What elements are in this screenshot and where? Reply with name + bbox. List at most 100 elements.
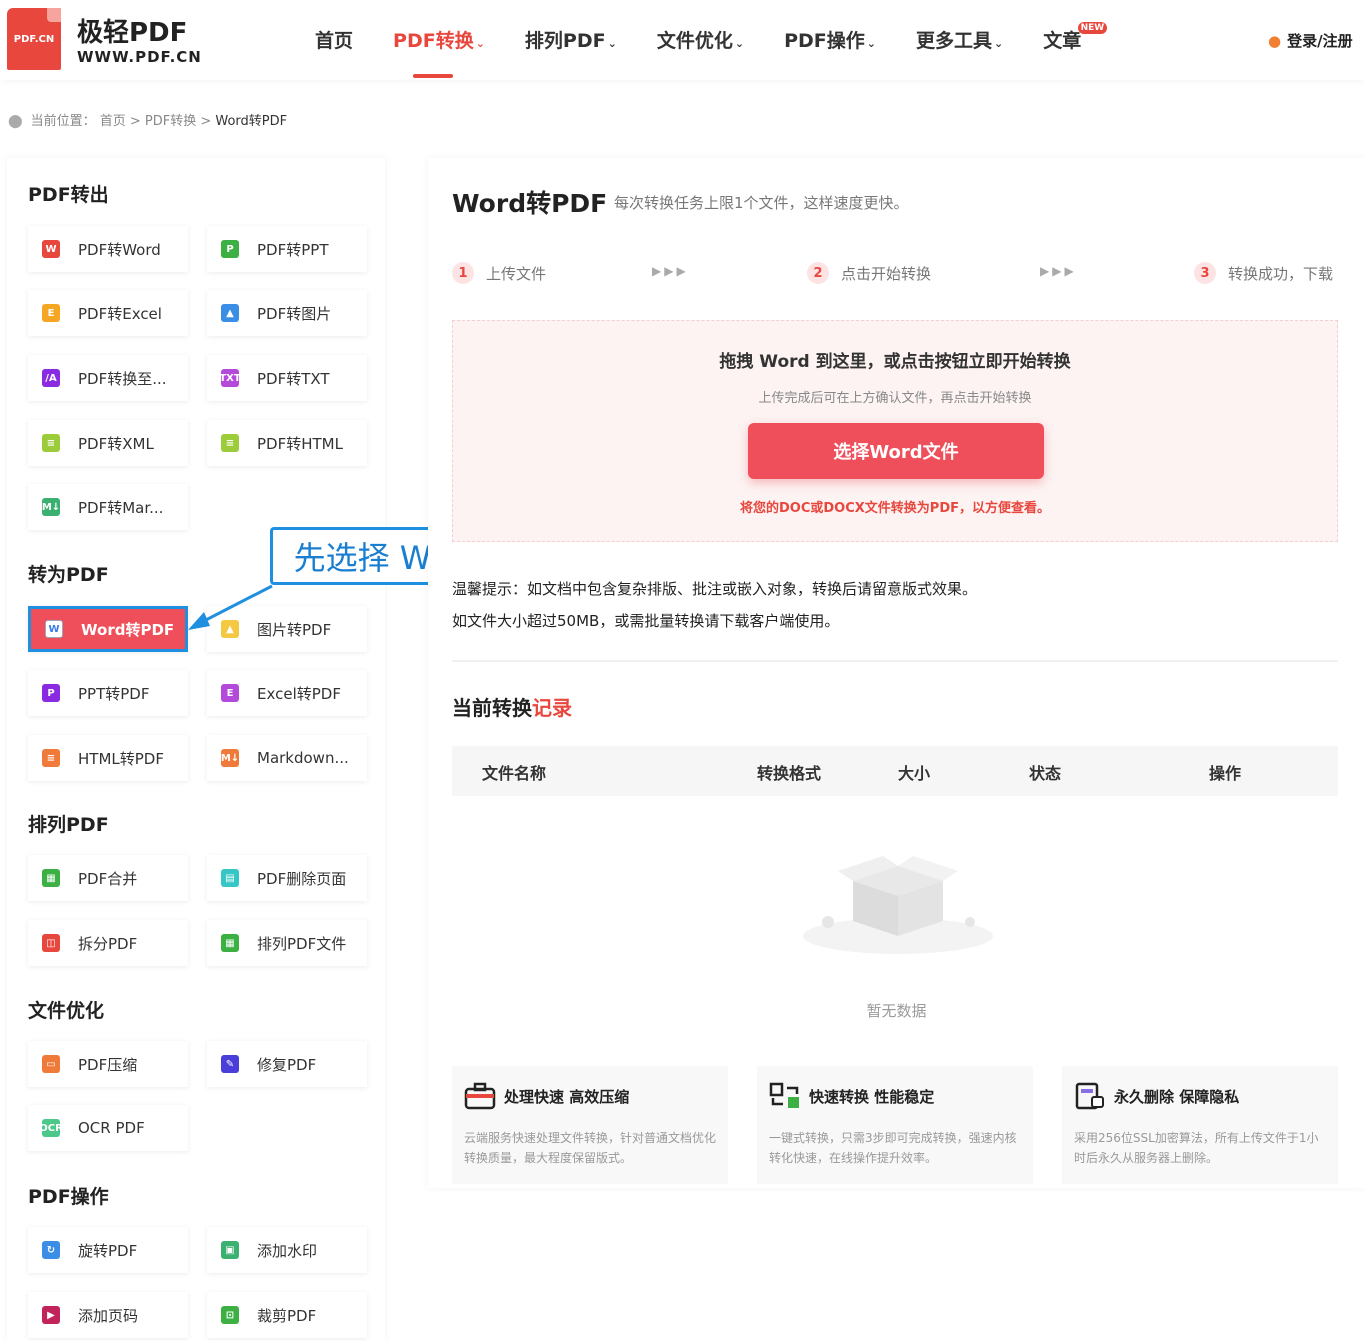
section-title-arrange-pdf: 排列PDF [28, 814, 109, 836]
split-pdf-icon: ◫ [42, 934, 60, 952]
add-page-number-icon: ▶ [42, 1306, 60, 1324]
tip-file-size: 如文件大小超过50MB，或需批量转换请下载客户端使用。 [452, 612, 840, 630]
tool-pdf-to-ppt[interactable]: P PDF转PPT [207, 226, 367, 272]
tool-ocr-pdf[interactable]: OCR OCR PDF [28, 1105, 188, 1151]
column-header-filename: 文件名称 [482, 764, 547, 783]
pdf-to-markdown-icon: M↓ [42, 498, 60, 516]
tool-label: 拆分PDF [78, 934, 138, 953]
tool-label: OCR PDF [78, 1119, 145, 1137]
column-header-size: 大小 [898, 764, 931, 783]
tool-label: PDF转XML [78, 434, 154, 453]
logo-icon[interactable]: PDF.CN [7, 8, 61, 70]
tool-pdf-delete-pages[interactable]: ▤ PDF删除页面 [207, 855, 367, 901]
nav-home[interactable]: 首页 [315, 26, 353, 53]
pdf-to-pdfa-icon: /A [42, 369, 60, 387]
nav-more-tools[interactable]: 更多工具 ⌄ [916, 26, 1003, 53]
empty-box-icon [803, 856, 993, 954]
pdf-to-image-icon: ▲ [221, 304, 239, 322]
tool-excel-to-pdf[interactable]: E Excel转PDF [207, 670, 367, 716]
tool-split-pdf[interactable]: ◫ 拆分PDF [28, 920, 188, 966]
file-drop-zone[interactable]: 拖拽 Word 到这里，或点击按钮立即开始转换 上传完成后可在上方确认文件，再点… [452, 320, 1338, 542]
pdf-delete-pages-icon: ▤ [221, 869, 239, 887]
tool-pdf-compress[interactable]: ▭ PDF压缩 [28, 1041, 188, 1087]
tool-add-page-number[interactable]: ▶ 添加页码 [28, 1292, 188, 1338]
feature-card-stable: 快速转换 性能稳定 一键式转换，只需3步即可完成转换，强速内核转化快速，在线操作… [757, 1066, 1033, 1184]
tool-add-watermark[interactable]: ▣ 添加水印 [207, 1227, 367, 1273]
pdf-to-excel-icon: E [42, 304, 60, 322]
pdf-to-word-icon: W [42, 240, 60, 258]
tool-pdf-to-image[interactable]: ▲ PDF转图片 [207, 290, 367, 336]
logo-title[interactable]: 极轻PDF [77, 12, 187, 49]
tool-pdf-to-markdown[interactable]: M↓ PDF转Mar... [28, 484, 188, 530]
tool-label: PDF转Excel [78, 304, 162, 323]
login-register-link[interactable]: ● 登录/注册 [1268, 30, 1353, 51]
tool-html-to-pdf[interactable]: ≡ HTML转PDF [28, 735, 188, 781]
tool-label: PDF压缩 [78, 1055, 138, 1074]
tool-label: 裁剪PDF [257, 1306, 317, 1325]
tool-repair-pdf[interactable]: ✎ 修复PDF [207, 1041, 367, 1087]
select-word-file-button[interactable]: 选择Word文件 [748, 423, 1044, 479]
section-title-to-pdf: 转为PDF [28, 564, 109, 586]
section-title-pdf-out: PDF转出 [28, 184, 109, 206]
tool-label: PDF转TXT [257, 369, 330, 388]
pdf-to-xml-icon: ≡ [42, 434, 60, 452]
arrange-pdf-files-icon: ▦ [221, 934, 239, 952]
page-hint: 每次转换任务上限1个文件，这样速度更快。 [614, 194, 909, 212]
nav-pdf-convert[interactable]: PDF转换 ⌄ [393, 26, 485, 78]
ppt-to-pdf-icon: P [42, 684, 60, 702]
empty-state-text: 暂无数据 [866, 1002, 927, 1020]
chevron-down-icon: ⌄ [866, 37, 876, 50]
new-badge: NEW [1077, 22, 1108, 34]
tool-label: PDF转HTML [257, 434, 343, 453]
breadcrumb-path[interactable]: 首页 > PDF转换 > [100, 114, 216, 129]
tool-word-to-pdf[interactable]: W Word转PDF [28, 606, 188, 652]
column-header-actions: 操作 [1209, 764, 1242, 783]
tool-label: Markdown... [257, 749, 349, 767]
ocr-pdf-icon: OCR [39, 1119, 63, 1137]
chevron-down-icon: ⌄ [475, 37, 485, 50]
nav-pdf-operations[interactable]: PDF操作 ⌄ [784, 26, 876, 53]
chevron-down-icon: ⌄ [607, 37, 617, 50]
tool-pdf-to-word[interactable]: W PDF转Word [28, 226, 188, 272]
document-lock-icon [1075, 1082, 1104, 1110]
drop-zone-title: 拖拽 Word 到这里，或点击按钮立即开始转换 [719, 352, 1071, 372]
step-arrows-icon: ▶▶▶ [1040, 264, 1077, 278]
briefcase-icon [464, 1082, 496, 1110]
step-download: 3 转换成功，下载 [1194, 262, 1333, 284]
nav-arrange-pdf[interactable]: 排列PDF ⌄ [525, 26, 617, 53]
tool-pdf-to-html[interactable]: ≡ PDF转HTML [207, 420, 367, 466]
column-header-status: 状态 [1029, 764, 1062, 783]
html-to-pdf-icon: ≡ [42, 749, 60, 767]
tool-pdf-to-excel[interactable]: E PDF转Excel [28, 290, 188, 336]
tool-arrange-pdf-files[interactable]: ▦ 排列PDF文件 [207, 920, 367, 966]
rotate-pdf-icon: ↻ [42, 1241, 60, 1259]
annotation-arrow [188, 584, 273, 630]
drop-zone-note: 将您的DOC或DOCX文件转换为PDF，以方便查看。 [740, 501, 1050, 516]
tool-label: 修复PDF [257, 1055, 317, 1074]
section-title-file-optimize: 文件优化 [28, 1000, 105, 1022]
tool-label: PDF转Word [78, 240, 161, 259]
tool-label: Excel转PDF [257, 684, 341, 703]
location-pin-icon: ⬤ [8, 114, 23, 129]
logo-subtitle: WWW.PDF.CN [77, 48, 202, 66]
feature-card-privacy: 永久删除 保障隐私 采用256位SSL加密算法，所有上传文件于1小时后永久从服务… [1062, 1066, 1338, 1184]
tool-pdf-to-txt[interactable]: TXT PDF转TXT [207, 355, 367, 401]
tool-label: HTML转PDF [78, 749, 164, 768]
chevron-down-icon: ⌄ [734, 37, 745, 50]
tool-pdf-to-xml[interactable]: ≡ PDF转XML [28, 420, 188, 466]
tool-rotate-pdf[interactable]: ↻ 旋转PDF [28, 1227, 188, 1273]
tool-pdf-merge[interactable]: ▦ PDF合并 [28, 855, 188, 901]
tool-markdown-to-pdf[interactable]: M↓ Markdown... [207, 735, 367, 781]
conversion-steps: 1 上传文件 ▶▶▶ 2 点击开始转换 ▶▶▶ 3 转换成功，下载 [452, 262, 1340, 286]
nav-file-optimize[interactable]: 文件优化 ⌄ [657, 26, 744, 53]
tool-ppt-to-pdf[interactable]: P PPT转PDF [28, 670, 188, 716]
nav-articles[interactable]: 文章 NEW [1043, 22, 1108, 53]
pdf-to-ppt-icon: P [221, 240, 239, 258]
tool-crop-pdf[interactable]: ⊡ 裁剪PDF [207, 1292, 367, 1338]
tool-label: PPT转PDF [78, 684, 150, 703]
tool-pdf-to-pdfa[interactable]: /A PDF转换至... [28, 355, 188, 401]
step-upload: 1 上传文件 [452, 262, 546, 284]
breadcrumb: ⬤ 当前位置： 首页 > PDF转换 > Word转PDF [8, 114, 288, 129]
main-nav: 首页 PDF转换 ⌄ 排列PDF ⌄ 文件优化 ⌄ PDF操作 ⌄ 更多工具 ⌄ 文章 NE… [315, 22, 1121, 78]
tool-label: PDF转Mar... [78, 498, 164, 517]
